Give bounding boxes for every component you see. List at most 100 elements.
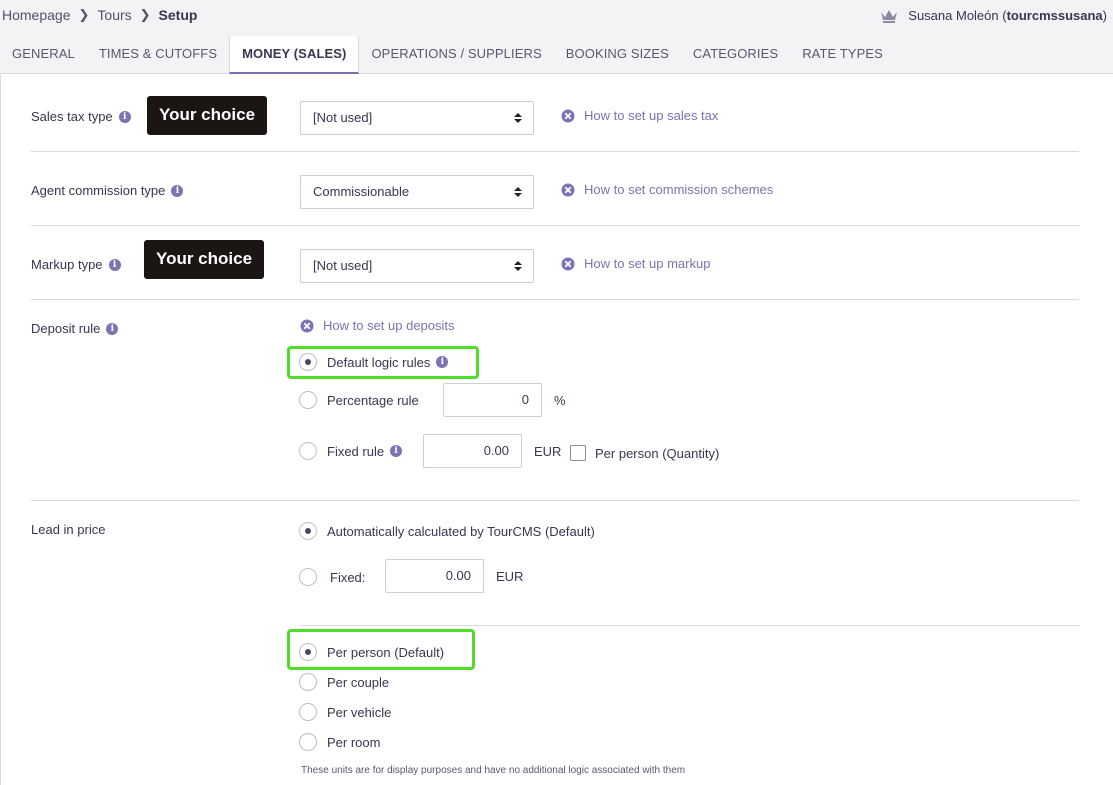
select-arrows-icon xyxy=(514,187,522,197)
user-username: tourcmssusana xyxy=(1006,8,1103,23)
deposit-help-text: How to set up deposits xyxy=(323,318,455,333)
percent-unit: % xyxy=(554,393,566,408)
deposit-fixed-option[interactable]: Fixed rule i xyxy=(299,442,403,460)
markup-help-text: How to set up markup xyxy=(584,256,711,271)
per-vehicle-option[interactable]: Per vehicle xyxy=(299,703,391,721)
per-person-option[interactable]: Per person (Default) xyxy=(299,643,444,661)
markup-help-link[interactable]: How to set up markup xyxy=(561,256,710,271)
sales-tax-help-text: How to set up sales tax xyxy=(584,108,719,123)
per-person-unit-label: Per person (Default) xyxy=(327,644,445,660)
markup-label: Markup type i xyxy=(31,257,121,272)
sales-tax-label-text: Sales tax type xyxy=(31,109,113,124)
units-note: These units are for display purposes and… xyxy=(301,765,686,776)
lead-auto-option[interactable]: Automatically calculated by TourCMS (Def… xyxy=(299,522,595,540)
money-sales-panel xyxy=(0,74,1113,785)
agent-commission-label-text: Agent commission type xyxy=(31,183,166,198)
help-circle-icon xyxy=(561,257,575,270)
divider xyxy=(300,625,1079,626)
deposit-percentage-input[interactable]: 0 xyxy=(443,383,542,417)
deposit-percentage-option[interactable]: Percentage rule xyxy=(299,391,419,409)
tab-general[interactable]: GENERAL xyxy=(0,36,87,74)
tab-times-cutoffs[interactable]: TIMES & CUTOFFS xyxy=(87,36,229,74)
tab-money-sales[interactable]: MONEY (SALES) xyxy=(229,36,360,74)
tab-categories[interactable]: CATEGORIES xyxy=(681,36,790,74)
agent-commission-label: Agent commission type i xyxy=(31,183,184,198)
lead-in-price-label: Lead in price xyxy=(31,522,105,537)
breadcrumb-tours[interactable]: Tours xyxy=(97,7,131,23)
user-menu[interactable]: Susana Moleón (tourcmssusana) xyxy=(880,8,1107,23)
per-person-radio[interactable] xyxy=(299,643,317,661)
tab-operations-suppliers[interactable]: OPERATIONS / SUPPLIERS xyxy=(359,36,553,74)
agent-commission-help-link[interactable]: How to set commission schemes xyxy=(561,182,773,197)
tab-booking-sizes[interactable]: BOOKING SIZES xyxy=(554,36,681,74)
per-couple-option[interactable]: Per couple xyxy=(299,673,389,691)
per-room-label: Per room xyxy=(327,734,381,750)
per-room-radio[interactable] xyxy=(299,733,317,751)
crown-icon xyxy=(881,9,898,23)
lead-fixed-option[interactable]: Fixed: xyxy=(299,568,365,586)
deposit-fixed-label: Fixed rule xyxy=(327,443,385,459)
your-choice-badge: Your choice xyxy=(147,96,268,135)
sales-tax-label: Sales tax type i xyxy=(31,109,131,124)
deposit-rule-label-text: Deposit rule xyxy=(31,321,101,336)
lead-fixed-radio[interactable] xyxy=(299,568,317,586)
user-name: Susana Moleón ( xyxy=(908,8,1007,23)
deposit-default-radio[interactable] xyxy=(299,353,317,371)
per-vehicle-label: Per vehicle xyxy=(327,704,392,720)
info-icon[interactable]: i xyxy=(118,110,131,123)
help-circle-icon xyxy=(561,109,575,122)
markup-select[interactable]: [Not used] xyxy=(300,249,534,283)
markup-label-text: Markup type xyxy=(31,257,103,272)
divider xyxy=(31,225,1079,226)
per-person-label: Per person (Quantity) xyxy=(595,446,720,461)
deposit-help-link[interactable]: How to set up deposits xyxy=(300,318,455,333)
deposit-default-label: Default logic rules xyxy=(327,354,431,370)
eur-unit: EUR xyxy=(496,569,524,584)
chevron-right-icon: ❯ xyxy=(139,7,151,22)
deposit-percentage-label: Percentage rule xyxy=(327,392,419,408)
per-vehicle-radio[interactable] xyxy=(299,703,317,721)
agent-commission-help-text: How to set commission schemes xyxy=(584,182,774,197)
agent-commission-select[interactable]: Commissionable xyxy=(300,175,534,209)
select-arrows-icon xyxy=(514,113,522,123)
tab-rate-types[interactable]: RATE TYPES xyxy=(790,36,895,74)
deposit-default-option[interactable]: Default logic rules i xyxy=(299,353,449,371)
tab-bar: GENERAL TIMES & CUTOFFS MONEY (SALES) OP… xyxy=(0,36,1113,74)
sales-tax-help-link[interactable]: How to set up sales tax xyxy=(561,108,718,123)
help-circle-icon xyxy=(300,319,314,332)
select-arrows-icon xyxy=(514,261,522,271)
deposit-rule-label: Deposit rule i xyxy=(31,321,119,336)
help-circle-icon xyxy=(561,183,575,196)
divider xyxy=(31,500,1079,501)
per-couple-radio[interactable] xyxy=(299,673,317,691)
deposit-percentage-radio[interactable] xyxy=(299,391,317,409)
info-icon[interactable]: i xyxy=(106,322,119,335)
lead-auto-label: Automatically calculated by TourCMS (Def… xyxy=(327,523,595,539)
per-couple-label: Per couple xyxy=(327,674,390,690)
your-choice-badge: Your choice xyxy=(144,240,265,279)
info-icon[interactable]: i xyxy=(108,258,121,271)
sales-tax-select[interactable]: [Not used] xyxy=(300,101,534,135)
lead-in-price-label-text: Lead in price xyxy=(31,522,106,537)
eur-unit: EUR xyxy=(534,444,562,459)
agent-commission-select-value: Commissionable xyxy=(313,184,410,199)
deposit-fixed-radio[interactable] xyxy=(299,442,317,460)
top-bar: Homepage ❯ Tours ❯ Setup Susana Moleón (… xyxy=(0,0,1113,36)
user-name-close: ) xyxy=(1102,8,1107,23)
breadcrumb: Homepage ❯ Tours ❯ Setup xyxy=(2,7,197,23)
deposit-fixed-input[interactable]: 0.00 xyxy=(423,434,522,468)
chevron-right-icon: ❯ xyxy=(78,7,90,22)
info-icon[interactable]: i xyxy=(436,356,449,368)
breadcrumb-homepage[interactable]: Homepage xyxy=(2,7,71,23)
lead-fixed-label: Fixed: xyxy=(330,569,366,585)
markup-select-value: [Not used] xyxy=(313,258,373,273)
info-icon[interactable]: i xyxy=(171,184,184,197)
breadcrumb-current: Setup xyxy=(158,7,198,23)
per-room-option[interactable]: Per room xyxy=(299,733,380,751)
divider xyxy=(31,299,1079,300)
per-person-checkbox[interactable] xyxy=(570,445,586,461)
sales-tax-select-value: [Not used] xyxy=(313,110,373,125)
info-icon[interactable]: i xyxy=(390,445,403,457)
lead-auto-radio[interactable] xyxy=(299,522,317,540)
lead-fixed-input[interactable]: 0.00 xyxy=(385,559,484,593)
